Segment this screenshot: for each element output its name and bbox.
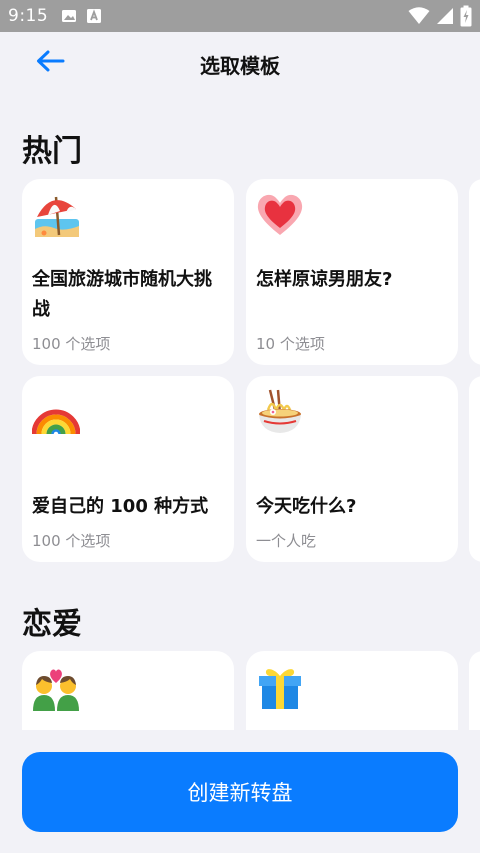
card-title: 今天吃什么? [256,496,357,517]
template-card-forgive[interactable]: 怎样原谅男朋友? 10 个选项 [246,179,458,365]
card-peek [469,376,480,562]
card-subtitle: 100 个选项 [32,532,111,550]
template-card-what-to-eat[interactable]: 今天吃什么? 一个人吃 [246,376,458,562]
card-peek [469,179,480,365]
a-letter-icon [86,8,102,24]
noodle-bowl-icon [256,388,304,436]
card-subtitle: 一个人吃 [256,532,317,550]
battery-charging-icon [460,5,472,27]
template-card-travel[interactable]: 全国旅游城市随机大挑战 100 个选项 [22,179,234,365]
card-subtitle: 100 个选项 [32,335,111,353]
image-icon [61,8,77,24]
card-subtitle: 10 个选项 [256,335,325,353]
create-new-wheel-button[interactable]: 创建新转盘 [22,752,458,832]
couple-heart-icon [32,663,80,711]
section-title-hot: 热门 [22,134,82,169]
rainbow-icon [31,388,81,436]
create-button-label: 创建新转盘 [187,781,293,805]
header: 选取模板 [0,32,480,94]
glowing-heart-icon [256,191,304,239]
signal-icon [436,7,454,25]
section-title-love: 恋爱 [22,607,82,642]
status-time: 9:15 [8,6,49,26]
status-bar: 9:15 [0,0,480,32]
card-title: 怎样原谅男朋友? [256,269,393,290]
wifi-icon [408,7,430,25]
beach-umbrella-icon [32,191,80,239]
template-card-self-love[interactable]: 爱自己的 100 种方式 100 个选项 [22,376,234,562]
card-title: 全国旅游城市随机大挑战 [32,269,212,320]
page-title: 选取模板 [200,54,280,78]
gift-icon [256,663,304,711]
screen: 9:15 选取模板 热门 全国旅游城市随机大挑战 100 个选项 怎样原谅男朋友… [0,0,480,853]
card-title: 爱自己的 100 种方式 [32,496,209,517]
